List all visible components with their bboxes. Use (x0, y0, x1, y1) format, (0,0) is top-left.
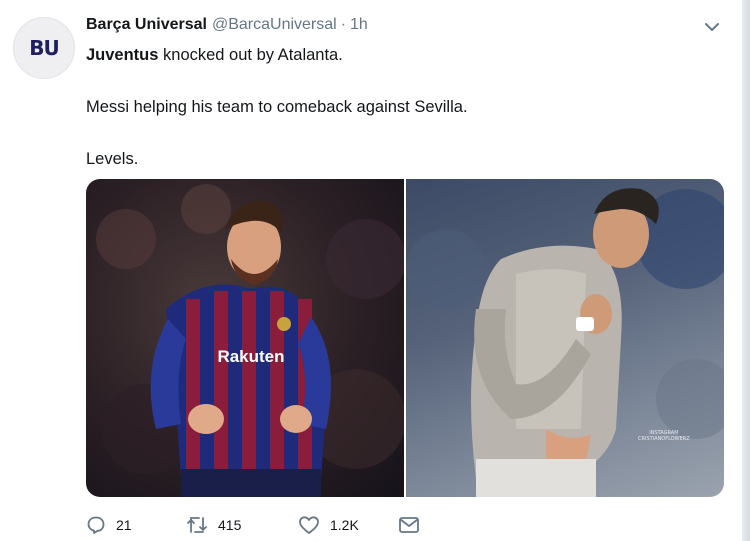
tweet-line-2: Messi helping his team to comeback again… (86, 98, 468, 116)
like-count: 1.2K (330, 517, 359, 533)
avatar-logo-text: BU (29, 36, 60, 60)
separator-dot: · (340, 16, 347, 33)
tweet-media[interactable]: Rakuten INSTAGRAM CRISTIANOFLOWERZ (86, 179, 724, 497)
photo-ronaldo-illustration (406, 188, 724, 497)
chevron-down-icon (705, 23, 719, 31)
like-button[interactable]: 1.2K (298, 515, 398, 535)
envelope-icon (399, 517, 419, 533)
reply-button[interactable]: 21 (86, 515, 186, 535)
user-handle[interactable]: @BarcaUniversal (212, 16, 337, 34)
timestamp[interactable]: 1h (350, 16, 368, 34)
tweet-text: Juventus knocked out by Atalanta. Messi … (86, 42, 706, 172)
tweet-line-1: Juventus knocked out by Atalanta. (86, 42, 706, 68)
heart-icon (299, 516, 319, 534)
tweet[interactable]: BU Barça Universal @BarcaUniversal · 1h … (0, 0, 750, 541)
direct-message-button[interactable] (398, 516, 420, 534)
jersey-sponsor-text: Rakuten (217, 347, 284, 366)
photo-watermark: INSTAGRAM CRISTIANOFLOWERZ (638, 430, 690, 442)
retweet-button[interactable]: 415 (186, 515, 298, 535)
photo-messi-illustration: Rakuten (96, 184, 404, 497)
photo-ronaldo[interactable]: INSTAGRAM CRISTIANOFLOWERZ (406, 179, 724, 497)
watermark-line-2: CRISTIANOFLOWERZ (638, 436, 690, 442)
window-edge (742, 0, 750, 541)
tweet-actions: 21 415 1.2K (86, 513, 420, 537)
reply-icon (87, 516, 105, 534)
tweet-line-3: Levels. (86, 150, 139, 168)
reply-count: 21 (116, 517, 132, 533)
line-1-rest: knocked out by Atalanta. (158, 46, 343, 64)
retweet-icon (187, 517, 207, 533)
avatar[interactable]: BU (13, 17, 75, 79)
photo-messi[interactable]: Rakuten (86, 179, 404, 497)
display-name[interactable]: Barça Universal (86, 16, 207, 34)
retweet-count: 415 (218, 517, 242, 533)
bold-team-name: Juventus (86, 46, 159, 64)
more-options-button[interactable] (703, 20, 721, 34)
tweet-header: Barça Universal @BarcaUniversal · 1h (86, 16, 368, 38)
